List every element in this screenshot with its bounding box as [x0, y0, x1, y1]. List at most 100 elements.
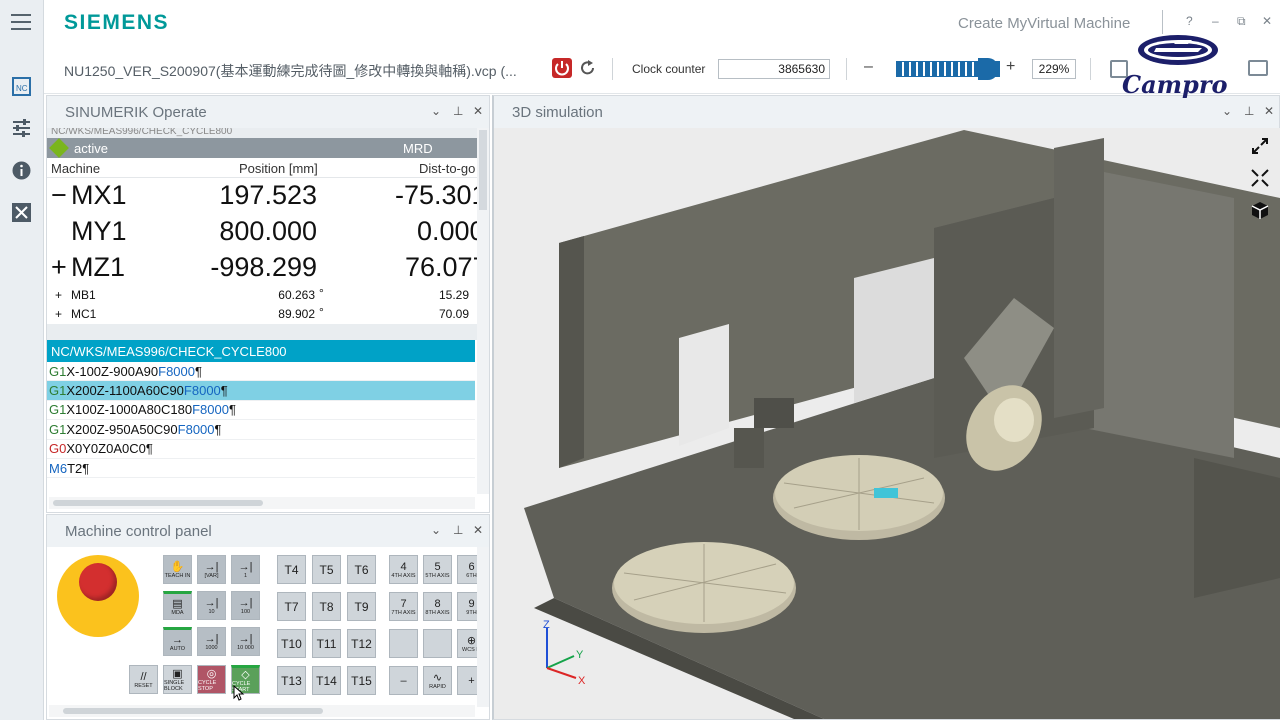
axis-key[interactable] — [423, 629, 452, 658]
zoom-out-button[interactable]: – — [864, 58, 873, 76]
panel-title: Machine control panel — [65, 522, 212, 540]
axis-key-label: 8TH AXIS — [425, 609, 450, 616]
title-bar: SIEMENS Create MyVirtual Machine ? – ⧉ ✕ — [44, 0, 1280, 46]
reset-key[interactable]: //RESET — [129, 665, 158, 694]
axis-key[interactable]: 5 5TH AXIS — [423, 555, 452, 584]
axis-key[interactable]: 8 8TH AXIS — [423, 592, 452, 621]
tool-key[interactable]: T5 — [312, 555, 341, 584]
vertical-scrollbar[interactable] — [477, 128, 489, 494]
menu-icon[interactable] — [11, 14, 31, 30]
tool-key[interactable]: T13 — [277, 666, 306, 695]
axis-key[interactable]: ∿ RAPID — [423, 666, 452, 695]
info-icon[interactable] — [11, 160, 32, 181]
cycle-stop-key[interactable]: ◎ CYCLE STOP — [197, 665, 226, 694]
program-line[interactable]: G0 X0Y0Z0A0C0 ¶ — [47, 440, 475, 459]
horizontal-scrollbar[interactable] — [49, 497, 475, 509]
status-text: active — [74, 140, 108, 156]
tool-key[interactable]: T12 — [347, 629, 376, 658]
mode-key-label: 1 — [243, 572, 248, 579]
cycle-start-key-glyph: ◇ — [241, 668, 250, 681]
single-block-key[interactable]: ▣ SINGLE BLOCK — [163, 665, 192, 694]
vertical-scrollbar[interactable] — [477, 547, 489, 707]
mode-key-glyph: →| — [238, 596, 253, 609]
axis-key[interactable]: – — [389, 666, 418, 695]
axis-name: MB1 — [71, 288, 96, 302]
zoom-slider-thumb[interactable] — [978, 58, 998, 80]
program-line[interactable]: G1 X200Z-950A50C90 F8000 ¶ — [47, 420, 475, 440]
program-line[interactable]: G1 X100Z-1000A80C180 F8000 ¶ — [47, 401, 475, 421]
gcode-body: X0Y0Z0A0C0 — [66, 441, 146, 457]
3d-viewport[interactable]: Z Y X — [494, 128, 1280, 719]
tool-key[interactable]: T11 — [312, 629, 341, 658]
feed-word: F8000 — [158, 363, 195, 379]
mode-key[interactable]: →| 100 — [231, 591, 260, 620]
chevron-down-icon[interactable]: ⌄ — [431, 104, 441, 118]
emergency-stop-button[interactable] — [57, 555, 139, 637]
single-block-key-label: SINGLE BLOCK — [164, 679, 185, 692]
axis-name: MZ1 — [71, 252, 125, 282]
pin-icon[interactable]: ⊥ — [453, 523, 463, 537]
tool-key[interactable]: T10 — [277, 629, 306, 658]
mode-key[interactable]: ▤ MDA — [163, 591, 192, 620]
emergency-stop-knob[interactable] — [79, 563, 117, 601]
pin-icon[interactable]: ⊥ — [453, 104, 463, 118]
axis-key[interactable]: 4 4TH AXIS — [389, 555, 418, 584]
power-stop-button[interactable] — [552, 58, 572, 78]
scrollbar-thumb[interactable] — [479, 130, 487, 210]
window-icon[interactable] — [1248, 60, 1268, 76]
scrollbar-thumb[interactable] — [63, 708, 323, 714]
program-line[interactable]: G1 X200Z-1100A60C90 F8000 ¶ — [47, 381, 475, 401]
tool-key[interactable]: T6 — [347, 555, 376, 584]
reset-refresh-button[interactable] — [578, 58, 598, 78]
pin-icon[interactable]: ⊥ — [1244, 104, 1254, 118]
mode-key[interactable]: → AUTO — [163, 627, 192, 656]
axis-position: 60.263 — [278, 288, 315, 302]
mode-key[interactable]: →| 1 — [231, 555, 260, 584]
chevron-down-icon[interactable]: ⌄ — [431, 523, 441, 537]
sinumerik-panel: SINUMERIK Operate ⌄ ⊥ ✕ NC/WKS/MEAS996/C… — [46, 95, 490, 513]
svg-text:NC: NC — [16, 84, 28, 93]
mode-key[interactable]: →| 10 — [197, 591, 226, 620]
tool-key[interactable]: T15 — [347, 666, 376, 695]
gcode-word: G0 — [49, 441, 67, 457]
axis-key[interactable] — [389, 629, 418, 658]
gcode-word: G1 — [49, 421, 67, 437]
axis-key-glyph: 4 — [400, 560, 407, 573]
mode-key[interactable]: →| [VAR] — [197, 555, 226, 584]
tool-key[interactable]: T8 — [312, 592, 341, 621]
mode-key[interactable]: →| 10 000 — [231, 627, 260, 656]
axis-key-label: 9TH — [466, 609, 477, 616]
fit-view-icon[interactable] — [1250, 168, 1270, 188]
program-line[interactable]: G1 X-100Z-900A90 F8000 ¶ — [47, 362, 475, 382]
axis-key[interactable]: 7 7TH AXIS — [389, 592, 418, 621]
settings-sliders-icon[interactable] — [11, 118, 32, 139]
app-title: Create MyVirtual Machine — [958, 15, 1131, 32]
close-icon[interactable]: ✕ — [1264, 104, 1274, 118]
tool-key[interactable]: T9 — [347, 592, 376, 621]
line-end-marker: ¶ — [145, 441, 153, 457]
scrollbar-thumb[interactable] — [53, 500, 263, 506]
mode-key[interactable]: ✋ TEACH IN — [163, 555, 192, 584]
simulation-panel: 3D simulation ⌄ ⊥ ✕ Z Y X — [492, 95, 1280, 720]
tool-key[interactable]: T7 — [277, 592, 306, 621]
expand-icon[interactable] — [1250, 136, 1270, 156]
mode-key[interactable]: →| 1000 — [197, 627, 226, 656]
axis-key-label: 4TH AXIS — [391, 572, 416, 579]
cube-view-icon[interactable] — [1250, 200, 1270, 220]
program-list: G1 X-100Z-900A90 F8000 ¶ G1 X200Z-1100A60C90 F… — [47, 362, 489, 479]
column-machine: Machine — [51, 161, 101, 176]
chevron-down-icon[interactable]: ⌄ — [1222, 104, 1232, 118]
close-icon[interactable]: ✕ — [473, 104, 483, 118]
axis-name: MX1 — [71, 180, 127, 210]
program-line[interactable]: M6 T2 ¶ — [47, 459, 475, 479]
axis-row: + MZ1 -998.299 76.077 — [47, 250, 489, 286]
close-box-icon[interactable] — [11, 202, 32, 223]
close-icon[interactable]: ✕ — [473, 523, 483, 537]
tool-key[interactable]: T14 — [312, 666, 341, 695]
close-window-button[interactable]: ✕ — [1262, 14, 1272, 28]
nc-icon[interactable]: NC — [11, 76, 32, 97]
mode-key-glyph: →| — [238, 632, 253, 645]
zoom-in-button[interactable]: + — [1006, 58, 1015, 76]
tool-key[interactable]: T4 — [277, 555, 306, 584]
horizontal-scrollbar[interactable] — [49, 705, 475, 717]
